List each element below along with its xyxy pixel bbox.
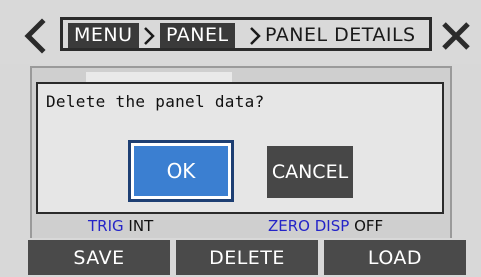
breadcrumb-panel-details: PANEL DETAILS (265, 24, 416, 46)
title-bar: MENU PANEL PANEL DETAILS (0, 0, 481, 64)
ok-button-label: OK (134, 146, 228, 196)
status-key: TRIG (88, 217, 124, 235)
save-button[interactable]: SAVE (28, 240, 170, 275)
load-button[interactable]: LOAD (324, 240, 466, 275)
breadcrumb-menu[interactable]: MENU (68, 23, 139, 48)
chevron-left-icon[interactable] (18, 18, 52, 54)
delete-button[interactable]: DELETE (176, 240, 318, 275)
status-zero-disp: ZERO DISP OFF (268, 216, 383, 236)
breadcrumb: MENU PANEL PANEL DETAILS (60, 17, 432, 51)
status-value: OFF (354, 217, 384, 235)
chevron-right-icon (144, 27, 155, 45)
close-icon[interactable] (440, 20, 472, 52)
screen: MENU PANEL PANEL DETAILS TRIG INT ZERO D… (0, 0, 481, 277)
confirm-dialog: Delete the panel data? (36, 82, 444, 214)
breadcrumb-panel[interactable]: PANEL (160, 23, 235, 48)
status-trig: TRIG INT (88, 216, 153, 236)
status-key: ZERO DISP (268, 217, 350, 235)
dialog-message: Delete the panel data? (46, 92, 265, 111)
status-value: INT (128, 217, 154, 235)
chevron-right-icon (250, 27, 261, 45)
ok-button[interactable]: OK (128, 140, 234, 202)
cancel-button[interactable]: CANCEL (267, 146, 353, 198)
